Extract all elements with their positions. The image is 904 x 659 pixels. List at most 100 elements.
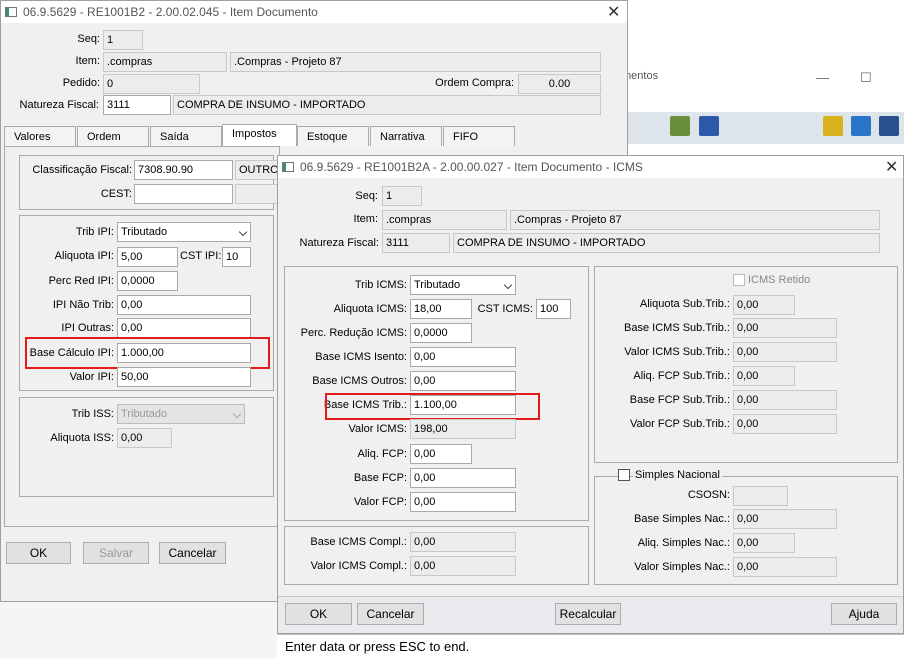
aliq-simples-label: Aliq. Simples Nac.: (637, 537, 730, 549)
valor-icms-compl-field: 0,00 (410, 556, 516, 576)
base-fcp-st-label: Base FCP Sub.Trib.: (629, 394, 730, 406)
base-fcp-label: Base FCP: (353, 472, 407, 484)
trib-icms-value: Tributado (414, 279, 461, 291)
checklist-icon[interactable] (670, 116, 690, 136)
aliq-fcp-label: Aliq. FCP: (357, 448, 407, 460)
app-icon (5, 7, 17, 17)
natureza-fiscal-label: Natureza Fiscal: (19, 99, 99, 111)
cst-ipi-input[interactable]: 10 (222, 247, 251, 267)
tab-narrativa[interactable]: Narrativa (370, 126, 442, 146)
natureza-fiscal-input[interactable]: 3111 (103, 95, 171, 115)
cancelar-button[interactable]: Cancelar (357, 603, 424, 625)
natureza-fiscal-field: 3111 (382, 233, 450, 253)
base-simples-label: Base Simples Nac.: (634, 513, 730, 525)
aliquota-iss-label: Aliquota ISS: (50, 432, 114, 444)
csosn-label: CSOSN: (687, 489, 730, 501)
calendar-icon[interactable] (699, 116, 719, 136)
trib-icms-select[interactable]: Tributado (410, 275, 516, 295)
aliquota-ipi-input[interactable]: 5,00 (117, 247, 178, 267)
base-icms-isento-input[interactable]: 0,00 (410, 347, 516, 367)
cest-desc-field (235, 184, 280, 204)
base-simples-field: 0,00 (733, 509, 837, 529)
aliq-simples-field: 0,00 (733, 533, 795, 553)
highlight-box (325, 393, 540, 420)
cest-input[interactable] (134, 184, 233, 204)
chevron-down-icon (232, 409, 242, 419)
ipi-nao-trib-input[interactable]: 0,00 (117, 295, 251, 315)
minimize-icon[interactable]: — (816, 70, 829, 85)
tree-icon[interactable] (823, 116, 843, 136)
printer-icon[interactable] (851, 116, 871, 136)
chevron-down-icon (503, 280, 513, 290)
seq-field: 1 (382, 186, 422, 206)
natureza-desc-field: COMPRA DE INSUMO - IMPORTADO (453, 233, 880, 253)
valor-icms-st-label: Valor ICMS Sub.Trib.: (624, 346, 730, 358)
close-icon[interactable]: ✕ (607, 2, 620, 22)
base-fcp-input[interactable]: 0,00 (410, 468, 516, 488)
close-icon[interactable]: ✕ (885, 157, 898, 177)
aliquota-st-label: Aliquota Sub.Trib.: (639, 298, 730, 310)
maximize-icon[interactable]: ☐ (860, 70, 872, 86)
highlight-box (25, 337, 270, 369)
title-bar: 06.9.5629 - RE1001B2 - 2.00.02.045 - Ite… (1, 1, 627, 23)
status-bar: Enter data or press ESC to end. (277, 634, 904, 659)
aliquota-icms-input[interactable]: 18,00 (410, 299, 472, 319)
ipi-outras-label: IPI Outras: (61, 322, 114, 334)
ok-button[interactable]: OK (6, 542, 71, 564)
cst-icms-label: CST ICMS: (477, 303, 533, 315)
seq-field: 1 (103, 30, 143, 50)
tab-saida[interactable]: Saída (150, 126, 222, 146)
trib-ipi-value: Tributado (121, 226, 168, 238)
valor-fcp-label: Valor FCP: (354, 496, 407, 508)
item-desc-field: .Compras - Projeto 87 (510, 210, 880, 230)
tab-impostos[interactable]: Impostos (222, 124, 297, 146)
title-bar: 06.9.5629 - RE1001B2A - 2.00.00.027 - It… (278, 156, 903, 178)
trib-ipi-select[interactable]: Tributado (117, 222, 251, 242)
classificacao-desc-field: OUTROS (235, 160, 280, 180)
valor-ipi-label: Valor IPI: (69, 371, 114, 383)
base-icms-outros-input[interactable]: 0,00 (410, 371, 516, 391)
tab-valores[interactable]: Valores (4, 126, 76, 146)
natureza-desc-field: COMPRA DE INSUMO - IMPORTADO (173, 95, 601, 115)
classificacao-input[interactable]: 7308.90.90 (134, 160, 233, 180)
valor-simples-label: Valor Simples Nac.: (634, 561, 730, 573)
perc-red-ipi-label: Perc Red IPI: (48, 275, 114, 287)
trib-iss-select[interactable]: Tributado (117, 404, 245, 424)
pedido-field: 0 (103, 74, 200, 94)
tab-ordem[interactable]: Ordem (77, 126, 149, 146)
perc-reducao-icms-input[interactable]: 0,0000 (410, 323, 472, 343)
trib-ipi-label: Trib IPI: (75, 226, 114, 238)
exit-door-icon[interactable] (879, 116, 899, 136)
tab-estoque[interactable]: Estoque (297, 126, 369, 146)
background-area (0, 601, 280, 659)
valor-fcp-st-field: 0,00 (733, 414, 837, 434)
cst-icms-input[interactable]: 100 (536, 299, 571, 319)
aliq-fcp-input[interactable]: 0,00 (410, 444, 472, 464)
ajuda-button[interactable]: Ajuda (831, 603, 897, 625)
cancelar-button[interactable]: Cancelar (159, 542, 226, 564)
simples-nacional-checkbox[interactable] (618, 469, 630, 481)
aliquota-icms-label: Aliquota ICMS: (333, 303, 407, 315)
pedido-label: Pedido: (62, 77, 100, 89)
icms-retido-checkbox[interactable] (733, 274, 745, 286)
csosn-field (733, 486, 788, 506)
base-icms-compl-label: Base ICMS Compl.: (310, 536, 407, 548)
tab-fifo[interactable]: FIFO (443, 126, 515, 146)
base-icms-isento-label: Base ICMS Isento: (315, 351, 407, 363)
aliq-fcp-st-label: Aliq. FCP Sub.Trib.: (633, 370, 730, 382)
recalcular-button[interactable]: Recalcular (555, 603, 621, 625)
ok-button[interactable]: OK (285, 603, 352, 625)
item-code-field: .compras (103, 52, 227, 72)
valor-fcp-input[interactable]: 0,00 (410, 492, 516, 512)
aliquota-iss-field: 0,00 (117, 428, 172, 448)
ipi-outras-input[interactable]: 0,00 (117, 318, 251, 338)
item-desc-field: .Compras - Projeto 87 (230, 52, 601, 72)
valor-fcp-st-label: Valor FCP Sub.Trib.: (629, 418, 730, 430)
valor-icms-st-field: 0,00 (733, 342, 837, 362)
valor-ipi-input[interactable]: 50,00 (117, 367, 251, 387)
valor-icms-compl-label: Valor ICMS Compl.: (310, 560, 407, 572)
salvar-button[interactable]: Salvar (83, 542, 149, 564)
perc-red-ipi-input[interactable]: 0,0000 (117, 271, 178, 291)
cest-label: CEST: (100, 188, 132, 200)
item-label: Item: (353, 213, 378, 225)
